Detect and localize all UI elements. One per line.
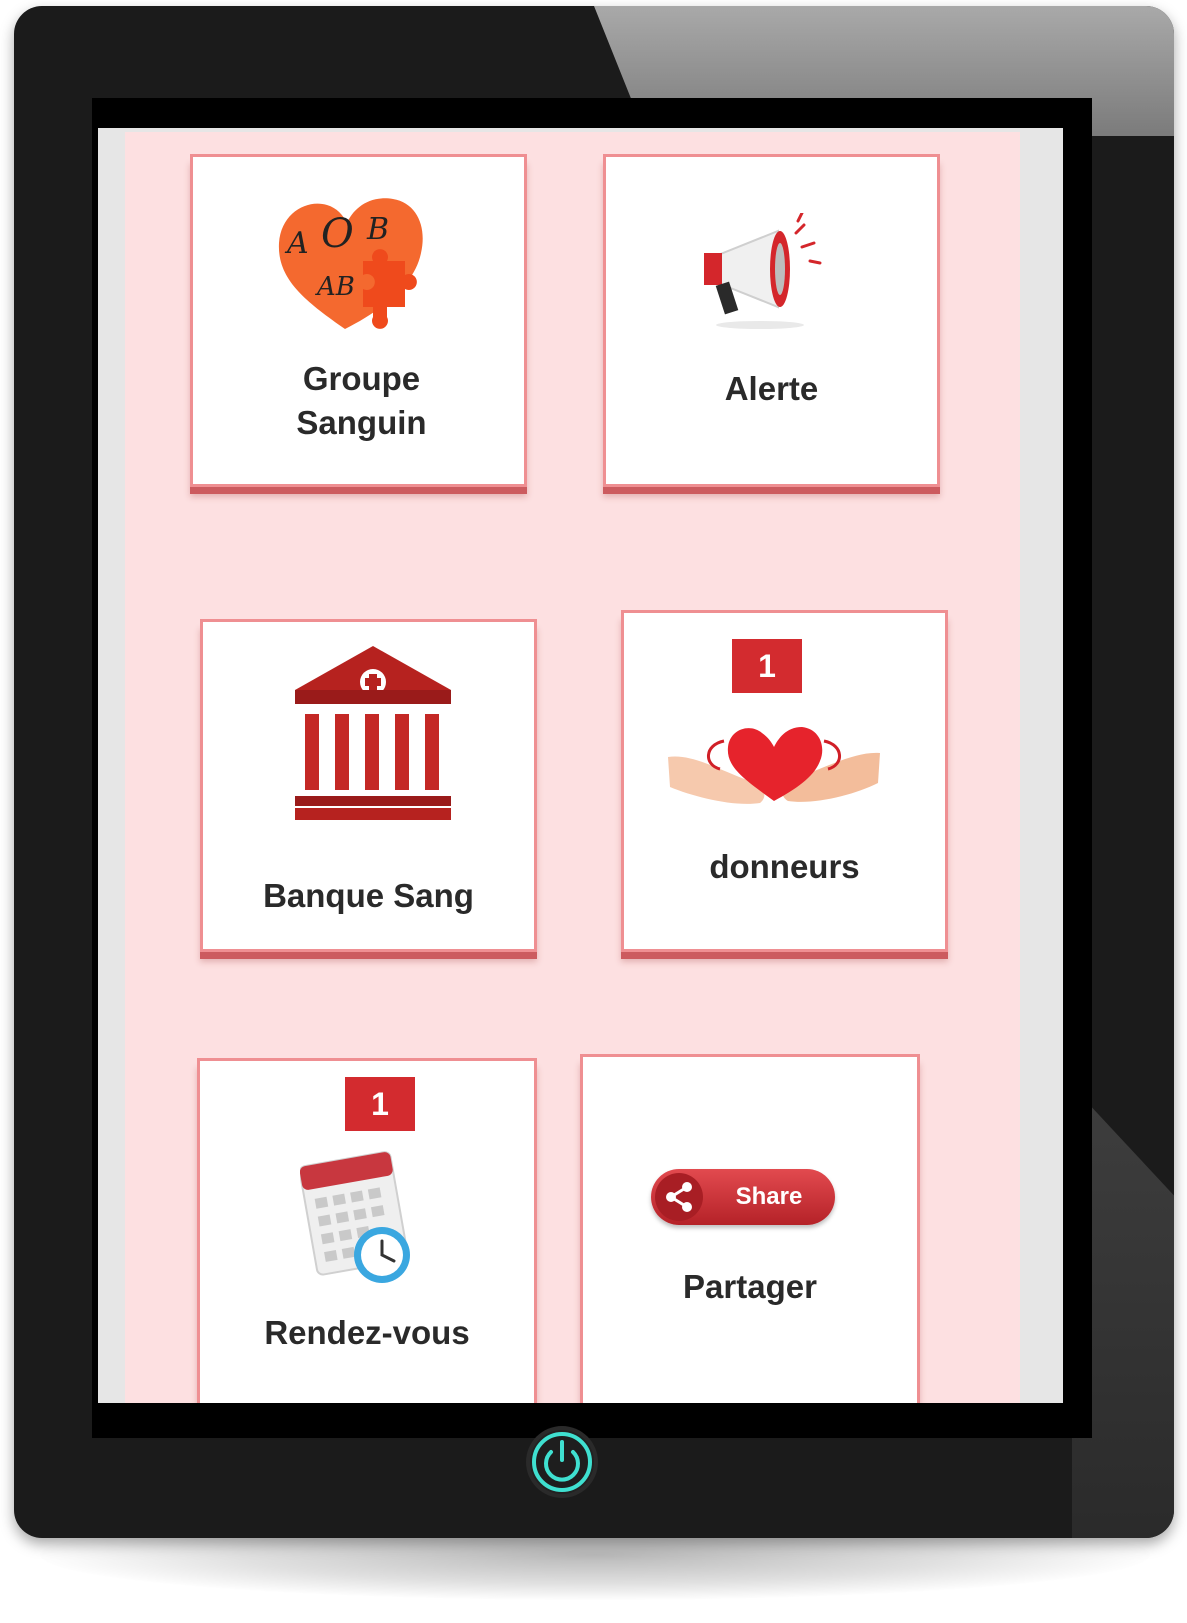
card-label: Alerte [724, 370, 819, 407]
notification-badge: 1 [732, 639, 802, 693]
blood-group-heart-icon: A O B AB [278, 198, 423, 329]
power-icon [532, 1432, 592, 1492]
share-button-icon[interactable]: Share [651, 1169, 835, 1225]
card-alerte[interactable]: Alerte [603, 154, 940, 487]
svg-text:B: B [366, 212, 389, 247]
svg-text:O: O [321, 211, 354, 257]
card-donneurs[interactable]: 1 donneurs [621, 610, 948, 952]
card-banque-sang[interactable]: Banque Sang [200, 619, 537, 952]
megaphone-icon [704, 213, 822, 329]
card-label: Partager [683, 1268, 817, 1305]
power-button[interactable] [530, 1430, 594, 1494]
card-groupe-sanguin[interactable]: A O B AB Groupe Sanguin [190, 154, 527, 487]
share-button-label: Share [735, 1183, 803, 1210]
hands-heart-icon [668, 727, 880, 804]
calendar-clock-icon [300, 1151, 410, 1283]
tablet-frame: A O B AB Groupe Sanguin Alerte Banque Sa… [14, 6, 1174, 1538]
card-label: donneurs [709, 848, 860, 885]
card-label: Banque Sang [263, 877, 474, 914]
card-partager[interactable]: Share Partager [580, 1054, 920, 1403]
card-label: Groupe Sanguin [296, 360, 427, 441]
svg-text:A: A [284, 226, 309, 261]
dashboard-grid: A O B AB Groupe Sanguin Alerte Banque Sa… [125, 132, 1020, 1403]
card-label: Rendez-vous [264, 1314, 470, 1351]
svg-text:AB: AB [315, 272, 355, 302]
blood-bank-building-icon [295, 646, 451, 820]
share-glyph-icon [655, 1173, 703, 1221]
notification-badge: 1 [345, 1077, 415, 1131]
app-screen: A O B AB Groupe Sanguin Alerte Banque Sa… [98, 128, 1063, 1403]
card-rendez-vous[interactable]: 1 Rendez-vous [197, 1058, 537, 1403]
